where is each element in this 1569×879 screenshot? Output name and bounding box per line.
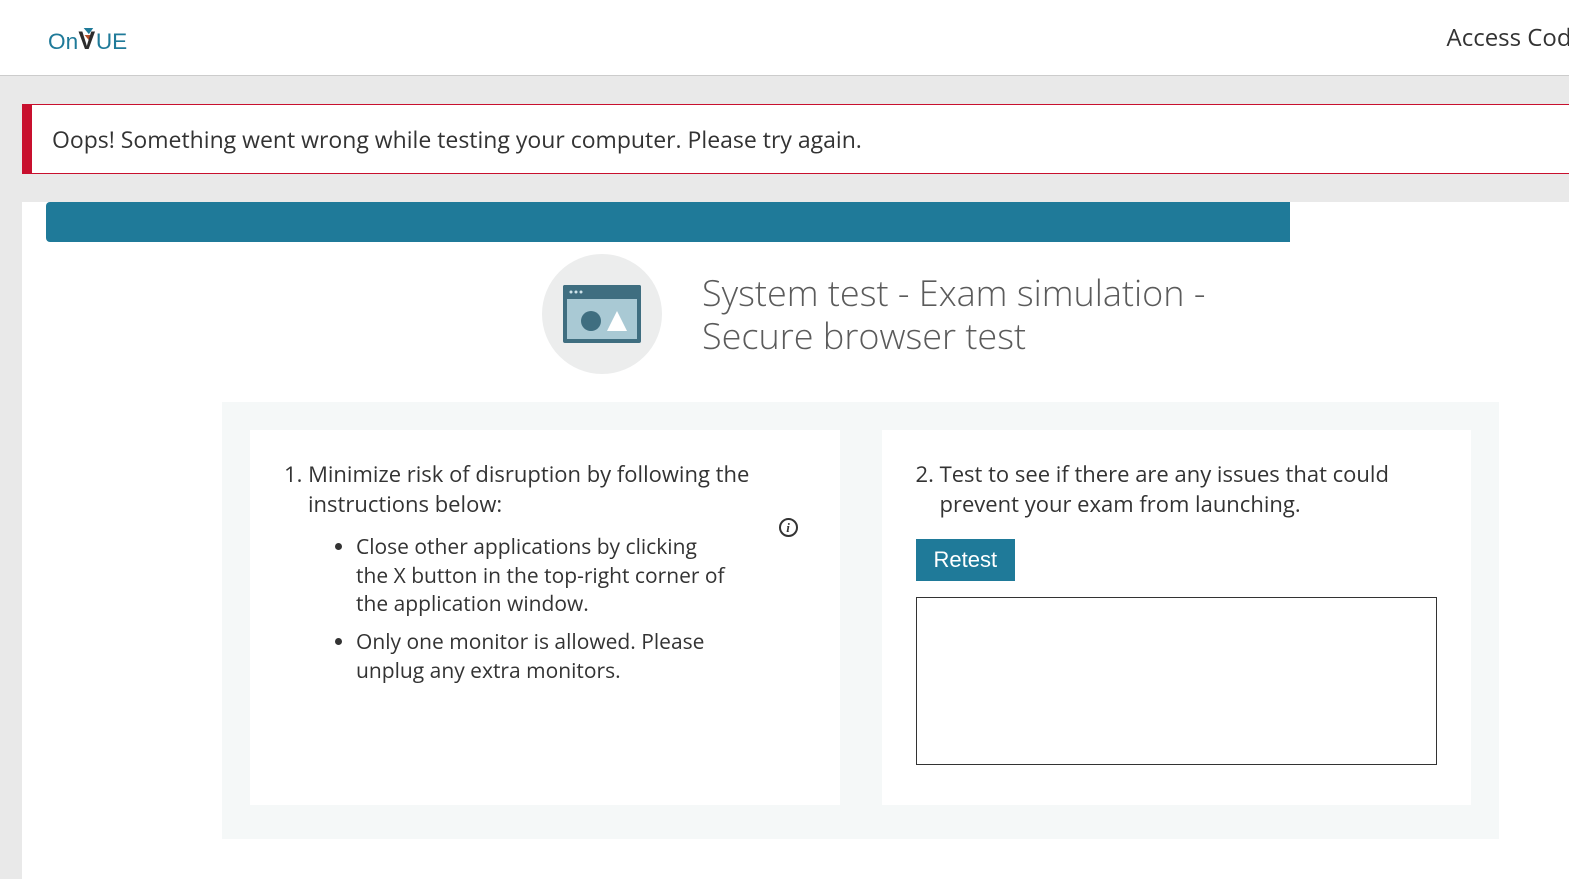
step2-card: 2. Test to see if there are any issues t… — [882, 430, 1472, 805]
retest-button[interactable]: Retest — [916, 539, 1016, 581]
cards-area: 1. Minimize risk of disruption by follow… — [222, 402, 1499, 839]
browser-window-icon — [542, 254, 662, 374]
info-icon[interactable]: i — [779, 518, 798, 537]
page-title: System test - Exam simulation - Secure b… — [702, 271, 1222, 357]
error-alert-text: Oops! Something went wrong while testing… — [52, 123, 862, 155]
svg-text:On: On — [48, 28, 78, 53]
svg-text:V: V — [78, 26, 95, 54]
step1-bullet-list: Close other applications by clicking the… — [356, 533, 726, 685]
step1-card: 1. Minimize risk of disruption by follow… — [250, 430, 840, 805]
error-alert: Oops! Something went wrong while testing… — [22, 104, 1569, 174]
progress-bar — [46, 202, 1545, 242]
test-result-box — [916, 597, 1438, 765]
step1-heading: 1. Minimize risk of disruption by follow… — [284, 460, 806, 519]
app-header: On V UE Access Code — [0, 0, 1569, 76]
main-panel: System test - Exam simulation - Secure b… — [22, 202, 1569, 879]
access-code-label: Access Code — [1447, 21, 1569, 54]
step1-bullet: Close other applications by clicking the… — [356, 533, 726, 618]
progress-fill — [46, 202, 1290, 242]
onvue-logo-icon: On V UE — [48, 16, 148, 60]
step1-bullet: Only one monitor is allowed. Please unpl… — [356, 628, 726, 685]
step2-heading: 2. Test to see if there are any issues t… — [916, 460, 1438, 519]
logo: On V UE — [48, 16, 148, 60]
svg-text:UE: UE — [96, 28, 127, 53]
